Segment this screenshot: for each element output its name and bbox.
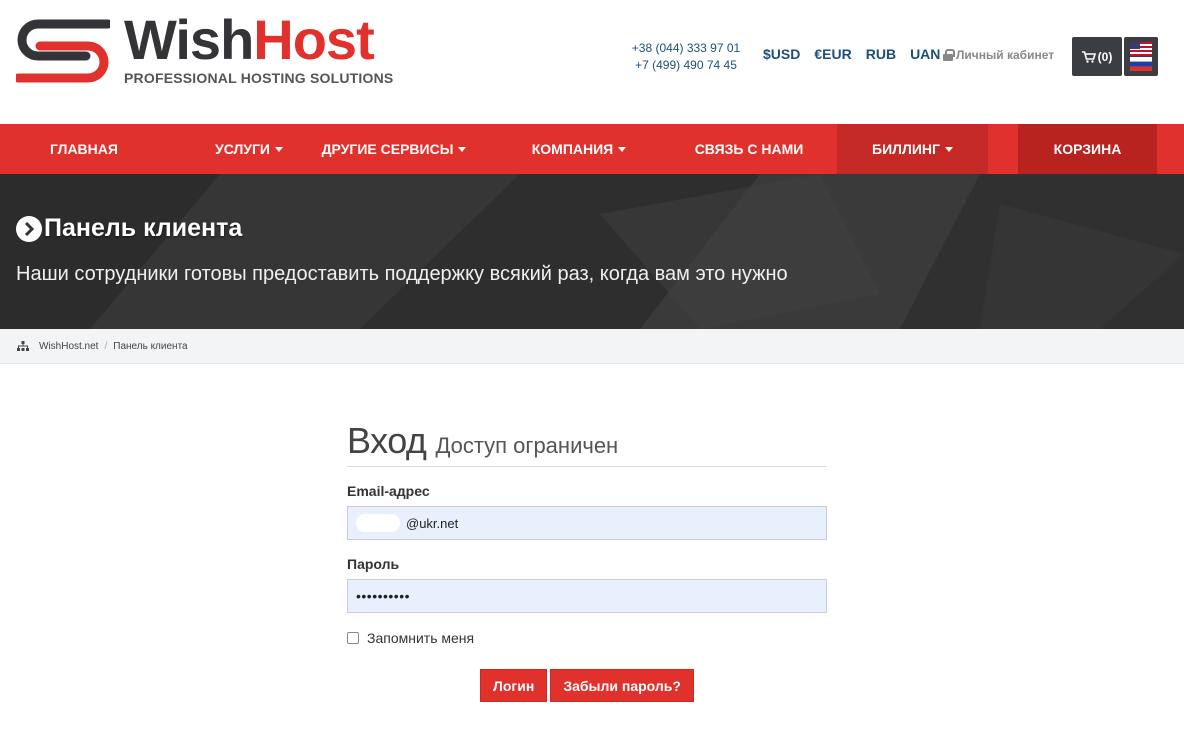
cart-icon bbox=[1081, 50, 1096, 63]
caret-down-icon bbox=[275, 146, 283, 152]
nav-other-services-label: ДРУГИЕ СЕРВИСЫ bbox=[321, 141, 454, 157]
account-link[interactable]: Личный кабинет bbox=[943, 48, 1054, 62]
breadcrumb-separator: / bbox=[104, 340, 108, 352]
forgot-password-button[interactable]: Забыли пароль? bbox=[550, 669, 694, 702]
sitemap-icon bbox=[17, 341, 29, 351]
us-flag-icon bbox=[1130, 42, 1152, 56]
remember-checkbox[interactable] bbox=[347, 632, 359, 644]
site-logo[interactable]: WishHost PROFESSIONAL HOSTING SOLUTIONS bbox=[16, 8, 396, 90]
breadcrumb-home[interactable]: WishHost.net bbox=[39, 341, 98, 352]
page-title: Панель клиента bbox=[44, 214, 243, 242]
remember-label[interactable]: Запомнить меня bbox=[367, 630, 474, 646]
logo-mark-icon bbox=[16, 19, 110, 83]
phone-1: +38 (044) 333 97 01 bbox=[631, 41, 741, 55]
email-value: @ukr.net bbox=[406, 515, 459, 531]
breadcrumb: WishHost.net / Панель клиента bbox=[0, 329, 1184, 364]
email-redaction bbox=[356, 514, 400, 532]
hero-title: Панель клиента bbox=[16, 214, 242, 243]
nav-contact[interactable]: СВЯЗЬ С НАМИ bbox=[664, 124, 834, 174]
header: WishHost PROFESSIONAL HOSTING SOLUTIONS … bbox=[0, 0, 1184, 124]
nav-company-label: КОМПАНИЯ bbox=[531, 141, 614, 157]
logo-word-host: Host bbox=[253, 8, 374, 71]
nav-company[interactable]: КОМПАНИЯ bbox=[500, 124, 658, 174]
remember-me: Запомнить меня bbox=[347, 630, 827, 646]
login-subtitle: Доступ ограничен bbox=[435, 433, 619, 458]
page-hero: Панель клиента Наши сотрудники готовы пр… bbox=[0, 174, 1184, 329]
main-nav: ГЛАВНАЯ УСЛУГИ ДРУГИЕ СЕРВИСЫ КОМПАНИЯ С… bbox=[0, 124, 1184, 174]
currency-switcher: $USD €EUR RUB UAN bbox=[763, 46, 940, 62]
lock-icon bbox=[943, 49, 955, 61]
nav-services-label: УСЛУГИ bbox=[214, 141, 270, 157]
nav-cart-label: КОРЗИНА bbox=[1053, 141, 1122, 157]
currency-usd[interactable]: $USD bbox=[763, 46, 800, 62]
caret-down-icon bbox=[618, 146, 627, 152]
page-subtitle: Наши сотрудники готовы предоставить подд… bbox=[16, 263, 788, 285]
logo-word-wish: Wish bbox=[124, 8, 254, 71]
hero-background bbox=[0, 174, 1184, 329]
nav-home[interactable]: ГЛАВНАЯ bbox=[0, 124, 168, 174]
currency-uan[interactable]: UAN bbox=[910, 46, 940, 62]
form-actions: Логин Забыли пароль? bbox=[347, 669, 827, 702]
logo-tagline: PROFESSIONAL HOSTING SOLUTIONS bbox=[124, 70, 394, 86]
logo-wordmark: WishHost bbox=[124, 8, 375, 72]
caret-down-icon bbox=[944, 146, 953, 152]
breadcrumb-current: Панель клиента bbox=[113, 340, 188, 352]
chevron-right-icon bbox=[16, 215, 42, 242]
account-label: Личный кабинет bbox=[956, 48, 1055, 62]
nav-billing[interactable]: БИЛЛИНГ bbox=[837, 124, 988, 174]
nav-other-services[interactable]: ДРУГИЕ СЕРВИСЫ bbox=[300, 124, 488, 174]
nav-billing-label: БИЛЛИНГ bbox=[872, 141, 940, 157]
password-field[interactable]: •••••••••• bbox=[347, 579, 827, 613]
currency-rub[interactable]: RUB bbox=[866, 46, 896, 62]
ru-flag-icon bbox=[1130, 57, 1152, 71]
login-form: Вход Доступ ограничен Email-адрес @ukr.n… bbox=[347, 420, 827, 702]
login-heading: Вход Доступ ограничен bbox=[347, 420, 827, 467]
email-label: Email-адрес bbox=[347, 483, 430, 499]
language-button[interactable] bbox=[1124, 37, 1158, 76]
phone-2: +7 (499) 490 74 45 bbox=[635, 58, 737, 72]
nav-contact-label: СВЯЗЬ С НАМИ bbox=[694, 141, 804, 157]
password-value: •••••••••• bbox=[356, 588, 411, 604]
login-title: Вход bbox=[347, 420, 427, 461]
currency-eur[interactable]: €EUR bbox=[814, 46, 851, 62]
cart-button[interactable]: (0) bbox=[1072, 37, 1122, 76]
nav-cart[interactable]: КОРЗИНА bbox=[1018, 124, 1157, 174]
email-field[interactable]: @ukr.net bbox=[347, 506, 827, 540]
contact-phones: +38 (044) 333 97 01 +7 (499) 490 74 45 bbox=[620, 40, 752, 74]
cart-count: (0) bbox=[1097, 49, 1113, 64]
password-label: Пароль bbox=[347, 556, 400, 572]
nav-home-label: ГЛАВНАЯ bbox=[50, 141, 118, 157]
caret-down-icon bbox=[458, 146, 467, 152]
login-button[interactable]: Логин bbox=[480, 669, 548, 702]
